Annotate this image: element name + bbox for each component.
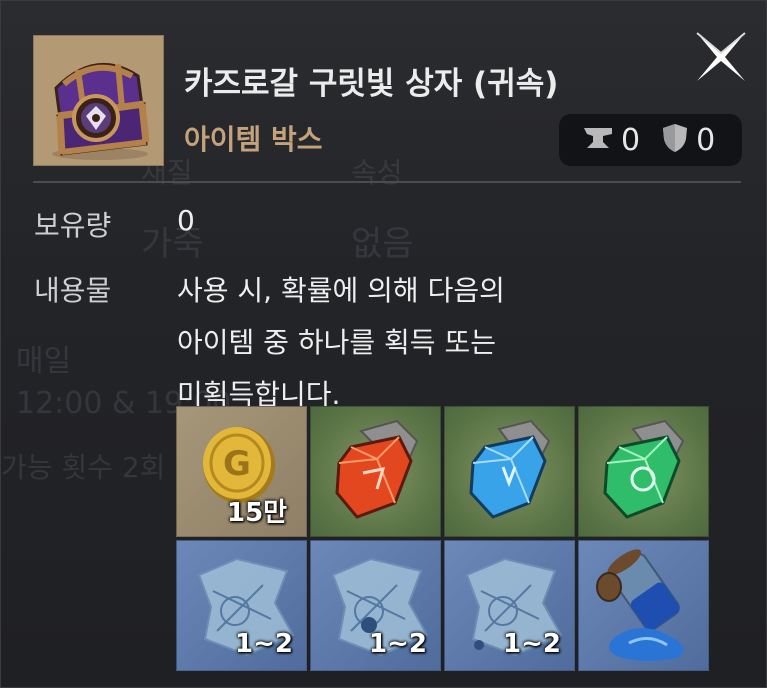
reward-slot-map-fragment[interactable]: 1~2 (176, 540, 307, 671)
reward-grid: G 15만 1~2 1~2 1~2 (176, 406, 709, 671)
reward-slot-map-fragment[interactable]: 1~2 (310, 540, 441, 671)
green-crystal-icon (603, 419, 685, 519)
ghost-text: 매일 (16, 344, 72, 379)
reward-quantity: 15만 (227, 498, 288, 528)
ghost-text: 가능 횟수 2회 (1, 451, 166, 484)
red-crystal-icon (335, 419, 419, 519)
divider (33, 181, 741, 183)
description-line: 사용 시, 확률에 의해 다음의 (177, 274, 505, 307)
item-stats: 0 0 (559, 114, 742, 166)
description-line: 아이템 중 하나를 획득 또는 (177, 326, 496, 359)
reward-slot-gold[interactable]: G 15만 (176, 406, 307, 537)
ghost-text: 속성 (351, 156, 403, 189)
anvil-icon (583, 124, 613, 156)
blue-powder-vial-icon (596, 549, 684, 661)
item-type: 아이템 박스 (184, 123, 323, 156)
close-button[interactable] (691, 27, 751, 87)
reward-slot-blue-powder[interactable] (578, 540, 709, 671)
owned-label: 보유량 (34, 209, 112, 242)
reward-quantity: 1~2 (369, 629, 427, 659)
reward-quantity: 1~2 (503, 629, 561, 659)
reward-slot-red-crystal[interactable] (310, 406, 441, 537)
reward-slot-blue-crystal[interactable] (444, 406, 575, 537)
reward-slot-green-crystal[interactable] (578, 406, 709, 537)
svg-text:G: G (223, 444, 251, 484)
close-icon (696, 32, 746, 81)
reward-quantity: 1~2 (235, 629, 293, 659)
shield-icon (662, 123, 688, 157)
owned-value: 0 (177, 204, 195, 237)
contents-label: 내용물 (34, 274, 112, 307)
ghost-text: 없음 (351, 224, 414, 264)
contents-description: 사용 시, 확률에 의해 다음의 아이템 중 하나를 획득 또는 미획득합니다. (177, 265, 617, 421)
blue-crystal-icon (469, 419, 551, 519)
forge-value: 0 (621, 122, 641, 158)
bronze-chest-icon (33, 35, 164, 166)
shield-value: 0 (696, 122, 716, 158)
reward-slot-map-fragment[interactable]: 1~2 (444, 540, 575, 671)
item-tooltip-panel: 재질 가죽 속성 없음 매일 12:00 & 19:00 가능 횟수 2회 카즈… (0, 0, 767, 688)
item-name: 카즈로갈 구릿빛 상자 (귀속) (184, 66, 559, 102)
